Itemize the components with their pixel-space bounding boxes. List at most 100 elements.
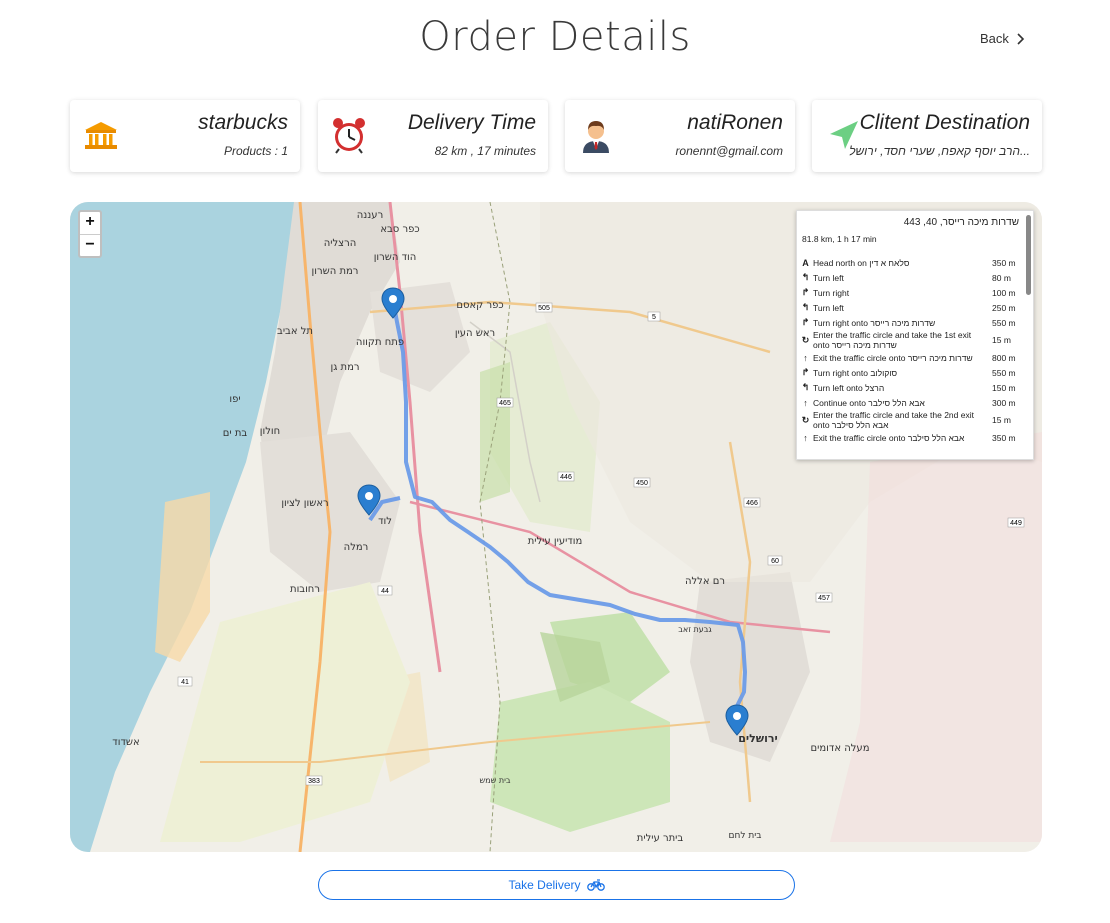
route-step-text: Turn right onto סוקולוב: [813, 367, 898, 378]
direction-icon: ↱: [801, 287, 810, 297]
customer-email: ronennt@gmail.com: [675, 144, 783, 158]
map-label-jaffa: יפו: [229, 394, 240, 405]
route-step[interactable]: ↻ Enter the traffic circle and take the 1…: [800, 330, 1023, 350]
order-summary-cards: starbucks Products : 1 Delivery Time 82 …: [70, 100, 1042, 172]
map-label-446: 446: [560, 474, 572, 481]
store-name: starbucks: [198, 111, 288, 134]
map-label-jerusalem: ירושלים: [738, 732, 778, 745]
route-steps-list: A Head north on סלאח א דין 350 m ↰ Turn left…: [800, 255, 1023, 445]
alarm-clock-icon: [333, 118, 365, 154]
route-step[interactable]: ↻ Enter the traffic circle and take the 2…: [800, 410, 1023, 430]
route-step-distance: 80 m: [992, 272, 1011, 283]
map-label-rosh-haayin: ראש העין: [455, 328, 495, 339]
map-label-maale-adumim: מעלה אדומים: [811, 743, 870, 754]
map-label-505: 505: [538, 305, 550, 312]
direction-icon: ↱: [801, 367, 810, 377]
route-step-text: Turn left onto הרצל: [813, 382, 885, 393]
direction-icon: ↱: [801, 317, 810, 327]
route-step-text: Turn left: [813, 302, 844, 313]
route-map[interactable]: 505 465 446 450 466 60 457 449 44 41 383…: [70, 202, 1042, 852]
map-label-ramla: רמלה: [344, 542, 369, 553]
map-label-ramat-hasharon: רמת השרון: [312, 266, 359, 277]
route-step-text: Continue onto אבא הלל סילבר: [813, 397, 925, 408]
route-step-distance: 550 m: [992, 367, 1016, 378]
map-label-kafr-qasim: כפר קאסם: [456, 300, 503, 311]
map-label-44: 44: [381, 588, 389, 595]
route-step[interactable]: ↰ Turn left 250 m: [800, 300, 1023, 315]
back-button[interactable]: Back: [980, 31, 1025, 46]
destination-address: הרב יוסף קאפח, שערי חסד, ירושל...: [849, 144, 1030, 158]
map-label-bat-yam: בת ים: [223, 428, 248, 439]
map-label-kfar-saba: כפר סבא: [380, 224, 419, 235]
delivery-time-title: Delivery Time: [407, 111, 536, 134]
route-panel-scrollbar[interactable]: [1026, 215, 1031, 295]
route-step[interactable]: ↑ Continue onto אבא הלל סילבר 300 m: [800, 395, 1023, 410]
route-step-text: Enter the traffic circle and take the 2n…: [813, 410, 974, 430]
bicycle-icon: [586, 879, 605, 891]
products-count: Products : 1: [223, 144, 288, 158]
route-instructions-panel[interactable]: שדרות מיכה רייסר, 40, 443 81.8 km, 1 h 1…: [796, 210, 1034, 460]
map-label-466: 466: [746, 500, 758, 507]
bank-icon: [85, 122, 117, 149]
route-step-distance: 550 m: [992, 317, 1016, 328]
route-step[interactable]: A Head north on סלאח א דין 350 m: [800, 255, 1023, 270]
route-summary: 81.8 km, 1 h 17 min: [802, 234, 877, 244]
person-icon: [583, 121, 609, 153]
direction-icon: ↻: [801, 414, 810, 425]
route-step-text: Turn left: [813, 272, 844, 283]
route-name: שדרות מיכה רייסר, 40, 443: [903, 217, 1019, 228]
map-label-ashdod: אשדוד: [112, 737, 139, 748]
destination-card: Clitent Destination הרב יוסף קאפח, שערי …: [812, 100, 1042, 172]
back-label: Back: [980, 31, 1009, 46]
route-step-text: Exit the traffic circle onto שדרות מיכה …: [813, 352, 973, 363]
destination-title: Clitent Destination: [859, 111, 1030, 134]
map-label-petah-tikva: פתח תקווה: [356, 337, 404, 348]
map-label-modiin-illit: מודיעין עילית: [528, 536, 583, 547]
map-label-hod-hasharon: הוד השרון: [374, 252, 417, 263]
zoom-out-button[interactable]: −: [80, 234, 100, 256]
map-label-raanana: רעננה: [357, 210, 383, 221]
route-step-distance: 15 m: [992, 335, 1011, 345]
route-step[interactable]: ↑ Exit the traffic circle onto אבא הלל סי…: [800, 430, 1023, 445]
map-label-449: 449: [1010, 520, 1022, 527]
map-label-5: 5: [652, 314, 656, 321]
zoom-in-button[interactable]: +: [80, 212, 100, 234]
take-delivery-button[interactable]: Take Delivery: [318, 870, 795, 900]
map-label-457: 457: [818, 595, 830, 602]
direction-icon: A: [802, 257, 809, 268]
route-step[interactable]: ↑ Exit the traffic circle onto שדרות מיכה…: [800, 350, 1023, 365]
map-label-beit-shemesh: בית שמש: [480, 776, 511, 785]
map-label-ramallah: רם אללה: [685, 576, 725, 587]
map-label-465: 465: [499, 400, 511, 407]
route-step-distance: 250 m: [992, 302, 1016, 313]
delivery-distance-duration: 82 km , 17 minutes: [434, 144, 536, 158]
route-step[interactable]: ↰ Turn left onto הרצל 150 m: [800, 380, 1023, 395]
map-label-450: 450: [636, 480, 648, 487]
delivery-time-card: Delivery Time 82 km , 17 minutes: [318, 100, 548, 172]
route-step-text: Turn right onto שדרות מיכה רייסר: [813, 317, 936, 328]
route-step[interactable]: ↱ Turn right 100 m: [800, 285, 1023, 300]
map-label-60: 60: [771, 558, 779, 565]
direction-icon: ↰: [801, 382, 810, 392]
direction-icon: ↑: [803, 397, 808, 408]
direction-icon: ↑: [803, 352, 808, 363]
map-label-lod: לוד: [378, 516, 392, 527]
map-label-41: 41: [181, 679, 189, 686]
route-step-distance: 150 m: [992, 382, 1016, 393]
store-card: starbucks Products : 1: [70, 100, 300, 172]
route-step[interactable]: ↱ Turn right onto סוקולוב 550 m: [800, 365, 1023, 380]
route-step-distance: 350 m: [992, 432, 1016, 443]
route-step[interactable]: ↰ Turn left 80 m: [800, 270, 1023, 285]
direction-icon: ↰: [801, 302, 810, 312]
customer-card: natiRonen ronennt@gmail.com: [565, 100, 795, 172]
route-step-distance: 100 m: [992, 287, 1016, 298]
route-step[interactable]: ↱ Turn right onto שדרות מיכה רייסר 550 m: [800, 315, 1023, 330]
chevron-right-icon: [1017, 32, 1025, 45]
route-step-distance: 350 m: [992, 257, 1016, 268]
route-step-text: Head north on סלאח א דין: [813, 257, 910, 268]
map-label-383: 383: [308, 778, 320, 785]
direction-icon: ↰: [801, 272, 810, 282]
route-step-text: Exit the traffic circle onto אבא הלל סיל…: [813, 432, 965, 443]
map-label-beitar-illit: ביתר עילית: [637, 833, 684, 844]
route-step-text: Enter the traffic circle and take the 1s…: [813, 330, 972, 350]
